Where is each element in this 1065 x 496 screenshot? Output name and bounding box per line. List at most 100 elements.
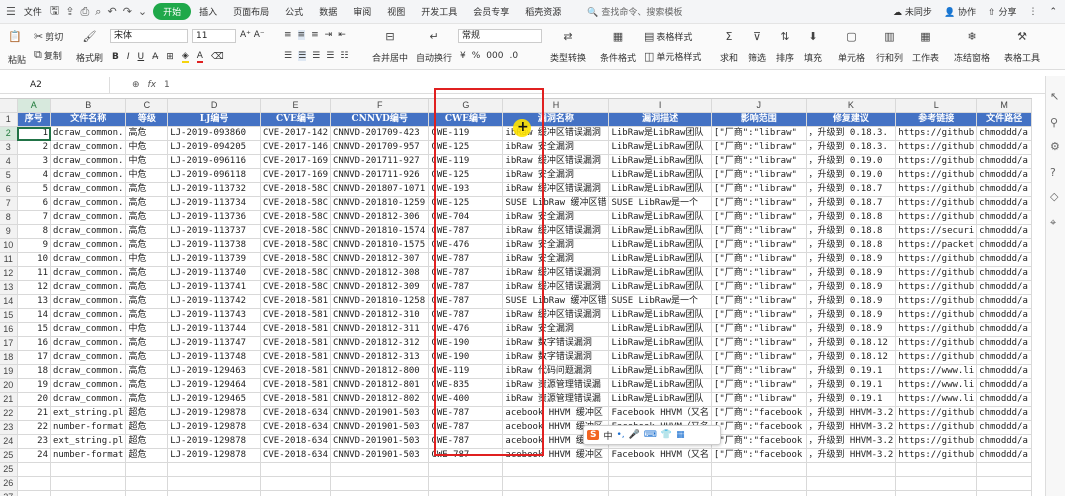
table-cell[interactable]: CNNVD-201810-1258 bbox=[330, 294, 430, 310]
table-cell[interactable]: ext_string.pl bbox=[50, 434, 127, 450]
table-cell[interactable]: CNNVD-201812-306 bbox=[330, 210, 430, 226]
table-cell[interactable]: LibRaw是LibRaw团队 bbox=[608, 182, 712, 198]
table-cell[interactable] bbox=[608, 490, 712, 496]
wrap-button[interactable]: ↵ 自动换行 bbox=[416, 30, 452, 64]
table-cell[interactable] bbox=[428, 490, 504, 496]
table-cell[interactable]: LJ-2019-113748 bbox=[167, 350, 261, 366]
table-cell[interactable]: CNNVD-201812-801 bbox=[330, 378, 430, 394]
table-cell[interactable]: LibRaw是LibRaw团队 bbox=[608, 364, 712, 380]
table-cell[interactable]: 中危 bbox=[125, 154, 169, 170]
table-cell[interactable]: dcraw_common. bbox=[50, 266, 127, 282]
table-cell[interactable]: LJ-2019-096118 bbox=[167, 168, 261, 184]
table-cell[interactable]: 21 bbox=[17, 406, 52, 422]
tab-9[interactable]: 稻壳资源 bbox=[517, 5, 569, 18]
tab-2[interactable]: 页面布局 bbox=[225, 5, 277, 18]
table-cell[interactable]: CWE-787 bbox=[428, 224, 504, 240]
column-header[interactable]: G bbox=[428, 99, 504, 114]
font-grow-icon[interactable]: A⁺ A⁻ bbox=[240, 30, 265, 40]
table-cell[interactable] bbox=[711, 490, 807, 496]
table-cell[interactable] bbox=[502, 490, 610, 496]
column-header[interactable]: H bbox=[502, 99, 610, 114]
table-cell[interactable]: https://www.li bbox=[895, 378, 978, 394]
column-header[interactable]: L bbox=[895, 99, 978, 114]
table-cell[interactable]: chmoddd/a bbox=[976, 434, 1032, 450]
table-cell[interactable] bbox=[50, 490, 127, 496]
table-cell[interactable] bbox=[502, 462, 610, 478]
table-cell[interactable]: dcraw_common. bbox=[50, 336, 127, 352]
table-cell[interactable]: ["厂商":"libraw" bbox=[711, 280, 807, 296]
row-header[interactable]: 16 bbox=[0, 322, 18, 338]
strikethrough-icon[interactable]: A̶ bbox=[152, 52, 158, 62]
table-cell[interactable]: CVE-2018-58C bbox=[260, 238, 332, 254]
border-icon[interactable]: ⊞ bbox=[166, 52, 174, 62]
table-cell[interactable] bbox=[330, 490, 430, 496]
table-cell[interactable] bbox=[330, 476, 430, 492]
tab-5[interactable]: 审阅 bbox=[345, 5, 379, 18]
fill-color-icon[interactable]: ◈ bbox=[181, 51, 189, 63]
table-cell[interactable]: 高危 bbox=[125, 238, 169, 254]
table-cell[interactable]: dcraw_common. bbox=[50, 350, 127, 366]
table-cell[interactable]: chmoddd/a bbox=[976, 238, 1032, 254]
table-cell[interactable]: 高危 bbox=[125, 126, 169, 142]
table-cell[interactable]: dcraw_common. bbox=[50, 126, 127, 142]
table-cell[interactable]: https://github bbox=[895, 434, 978, 450]
format-painter-button[interactable]: 🖌 格式刷 bbox=[76, 30, 103, 64]
table-cell[interactable]: https://securi bbox=[895, 224, 978, 240]
table-cell[interactable] bbox=[806, 490, 897, 496]
table-cell[interactable]: ibRaw 资源管理错误漏 bbox=[502, 392, 610, 408]
table-cell[interactable]: CNNVD-201901-503 bbox=[330, 406, 430, 422]
table-cell[interactable]: 高危 bbox=[125, 196, 169, 212]
table-cell[interactable]: CWE-787 bbox=[428, 448, 504, 464]
table-cell[interactable]: ibRaw 安全漏洞 bbox=[502, 238, 610, 254]
share-button[interactable]: ⇧ 分享 bbox=[988, 5, 1016, 18]
table-cell[interactable]: ["厂商":"libraw" bbox=[711, 294, 807, 310]
table-cell[interactable]: LibRaw是LibRaw团队 bbox=[608, 210, 712, 226]
table-cell[interactable]: CVE-2018-581 bbox=[260, 378, 332, 394]
table-cell[interactable] bbox=[976, 462, 1032, 478]
table-cell[interactable] bbox=[895, 462, 978, 478]
table-cell[interactable]: CVE-2018-581 bbox=[260, 308, 332, 324]
menu-icon[interactable]: ☰ bbox=[6, 5, 16, 18]
table-cell[interactable]: LibRaw是LibRaw团队 bbox=[608, 140, 712, 156]
table-cell[interactable]: number-format bbox=[50, 420, 127, 436]
table-cell[interactable]: 3 bbox=[17, 154, 52, 170]
row-header[interactable]: 20 bbox=[0, 378, 18, 394]
table-cell[interactable]: CVE-2017-142 bbox=[260, 126, 332, 142]
table-cell[interactable]: CWE-119 bbox=[428, 154, 504, 170]
table-cell[interactable] bbox=[502, 476, 610, 492]
fx-icon[interactable]: fx bbox=[148, 80, 157, 90]
table-cell[interactable]: CNNVD-201709-423 bbox=[330, 126, 430, 142]
table-cell[interactable]: CWE-190 bbox=[428, 350, 504, 366]
table-cell[interactable] bbox=[17, 476, 52, 492]
table-cell[interactable]: LJ-2019-113732 bbox=[167, 182, 261, 198]
table-cell[interactable]: dcraw_common. bbox=[50, 196, 127, 212]
table-cell[interactable]: 高危 bbox=[125, 224, 169, 240]
table-cell[interactable]: CVE-2018-58C bbox=[260, 224, 332, 240]
table-cell[interactable]: CNNVD-201812-309 bbox=[330, 280, 430, 296]
table-cell[interactable]: dcraw_common. bbox=[50, 140, 127, 156]
number-format-select[interactable]: 常规 bbox=[458, 29, 542, 43]
microphone-icon[interactable]: 🎤 bbox=[629, 430, 640, 440]
row-header[interactable]: 12 bbox=[0, 266, 18, 282]
table-cell[interactable]: LJ-2019-113736 bbox=[167, 210, 261, 226]
column-header[interactable]: F bbox=[330, 99, 430, 114]
table-cell[interactable]: 超危 bbox=[125, 448, 169, 464]
tab-4[interactable]: 数据 bbox=[311, 5, 345, 18]
table-cell[interactable]: LJ-2019-096116 bbox=[167, 154, 261, 170]
tab-3[interactable]: 公式 bbox=[277, 5, 311, 18]
table-cell[interactable]: CNNVD-201812-313 bbox=[330, 350, 430, 366]
table-cell[interactable]: LJ-2019-129465 bbox=[167, 392, 261, 408]
table-cell[interactable]: dcraw_common. bbox=[50, 378, 127, 394]
table-cell[interactable]: ，升级到 0.18.12 bbox=[806, 350, 897, 366]
cell-style-button[interactable]: ◫ 单元格样式 bbox=[644, 50, 701, 63]
table-cell[interactable]: chmoddd/a bbox=[976, 336, 1032, 352]
table-cell[interactable]: chmoddd/a bbox=[976, 182, 1032, 198]
table-cell[interactable]: https://github bbox=[895, 406, 978, 422]
table-cell[interactable]: chmoddd/a bbox=[976, 252, 1032, 268]
table-cell[interactable]: 高危 bbox=[125, 364, 169, 380]
collapse-icon[interactable]: ⌃ bbox=[1049, 7, 1057, 17]
row-header[interactable]: 13 bbox=[0, 280, 18, 296]
table-cell[interactable]: chmoddd/a bbox=[976, 196, 1032, 212]
table-cell[interactable]: LibRaw是LibRaw团队 bbox=[608, 336, 712, 352]
table-cell[interactable] bbox=[17, 490, 52, 496]
